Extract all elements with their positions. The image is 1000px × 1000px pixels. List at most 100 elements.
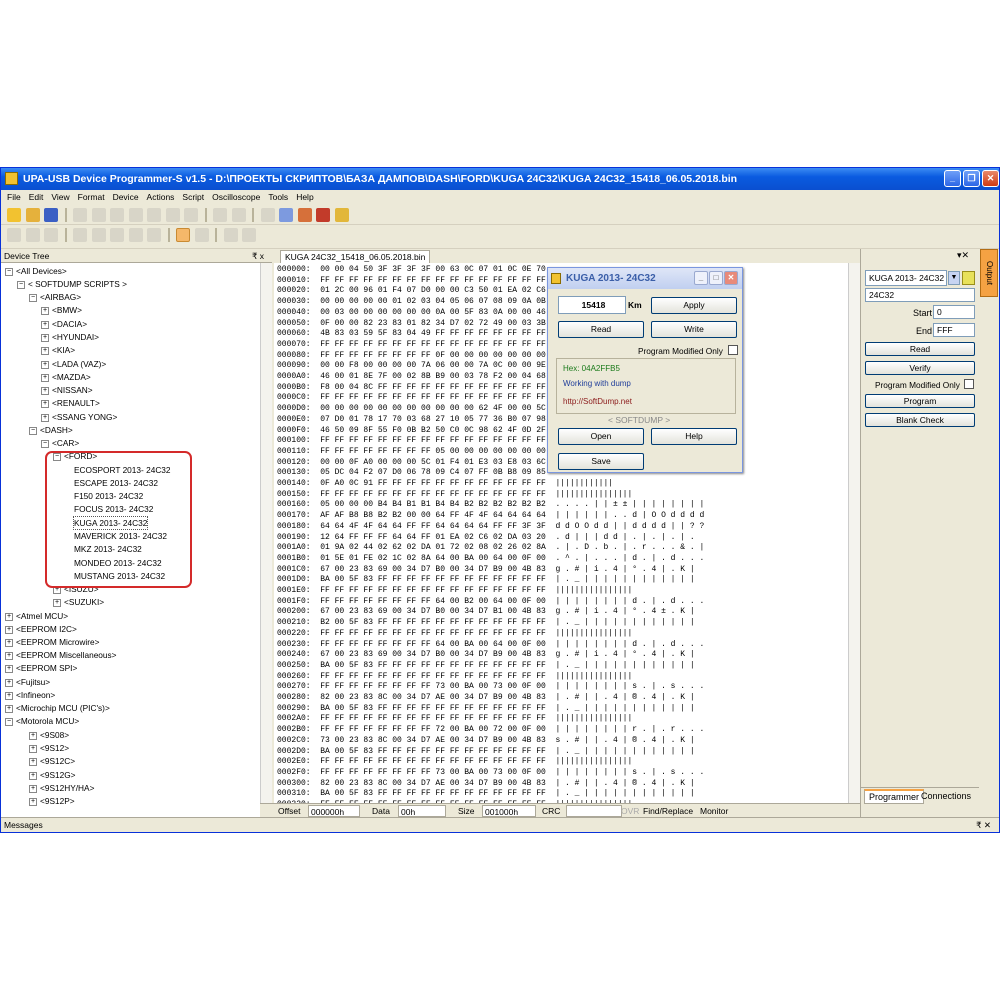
tree-node[interactable]: + <KIA> xyxy=(41,344,75,356)
hex-row[interactable]: 0000E0: 07 D0 01 78 17 70 03 68 27 10 05… xyxy=(277,415,546,425)
hex-row[interactable]: 0000D0: 00 00 00 00 00 00 00 00 00 00 00… xyxy=(277,404,546,414)
end-input[interactable]: FFF xyxy=(933,323,975,337)
collapse-icon[interactable]: − xyxy=(5,267,13,276)
expand-icon[interactable]: + xyxy=(5,638,13,647)
hex-row[interactable]: 000150: FF FF FF FF FF FF FF FF FF FF FF… xyxy=(277,490,632,500)
cut-icon[interactable] xyxy=(110,208,125,222)
menu-script[interactable]: Script xyxy=(182,192,204,202)
settings-icon[interactable] xyxy=(297,208,312,222)
hex-row[interactable]: 000130: 05 DC 04 F2 07 D0 06 78 09 C4 07… xyxy=(277,468,546,478)
tree-node[interactable]: + <Microchip MCU (PIC's)> xyxy=(5,702,110,714)
tree-node[interactable]: + <NISSAN> xyxy=(41,384,93,396)
dialog-write-button[interactable]: Write xyxy=(651,321,737,338)
expand-icon[interactable]: + xyxy=(29,744,37,753)
tree-node[interactable]: + <SSANG YONG> xyxy=(41,411,117,423)
tree-node[interactable]: + <Atmel MCU> xyxy=(5,610,68,622)
paste-icon[interactable] xyxy=(147,208,162,222)
hex-row[interactable]: 000240: 67 00 23 83 69 00 34 D7 B0 00 34… xyxy=(277,650,695,660)
blank-check-button[interactable]: Blank Check xyxy=(865,413,975,427)
view3-icon[interactable] xyxy=(110,228,125,242)
verify-button[interactable]: Verify xyxy=(865,361,975,375)
offset-field[interactable]: 000000h xyxy=(308,805,360,817)
menu-actions[interactable]: Actions xyxy=(147,192,175,202)
tree-node[interactable]: + <EEPROM Microwire> xyxy=(5,636,99,648)
expand-icon[interactable]: + xyxy=(29,757,37,766)
collapse-icon[interactable]: − xyxy=(29,293,37,302)
expand-icon[interactable]: + xyxy=(41,413,49,422)
hex-row[interactable]: 000160: 05 00 00 00 B4 B4 B1 B1 B4 B4 B2… xyxy=(277,500,704,510)
tree-node[interactable]: + <Infineon> xyxy=(5,689,55,701)
hex-row[interactable]: 000210: B2 00 5F 83 FF FF FF FF FF FF FF… xyxy=(277,618,695,628)
menu-view[interactable]: View xyxy=(51,192,69,202)
find-icon[interactable] xyxy=(184,208,199,222)
hex-row[interactable]: 000230: FF FF FF FF FF FF FF FF 64 00 BA… xyxy=(277,640,704,650)
hex-row[interactable]: 0002D0: BA 00 5F 83 FF FF FF FF FF FF FF… xyxy=(277,747,695,757)
data-field[interactable]: 00h xyxy=(398,805,446,817)
undo-icon[interactable] xyxy=(73,208,88,222)
tree-node[interactable]: + <DACIA> xyxy=(41,318,87,330)
tree-node[interactable]: + <BMW> xyxy=(41,304,82,316)
dialog-close-button[interactable]: ✕ xyxy=(724,271,738,285)
hex-row[interactable]: 000180: 64 64 4F 4F 64 64 FF FF 64 64 64… xyxy=(277,522,704,532)
expand-icon[interactable]: + xyxy=(53,598,61,607)
menu-edit[interactable]: Edit xyxy=(29,192,44,202)
hex-row[interactable]: 000100: FF FF FF FF FF FF FF FF FF FF FF… xyxy=(277,436,546,446)
collapse-icon[interactable]: − xyxy=(5,717,13,726)
hex-row[interactable]: 0001A0: 01 9A 02 44 02 62 02 DA 01 72 02… xyxy=(277,543,704,553)
expand-icon[interactable]: + xyxy=(41,333,49,342)
hex-row[interactable]: 0000C0: FF FF FF FF FF FF FF FF FF FF FF… xyxy=(277,393,546,403)
messages-pin-icon[interactable]: ₹ ✕ xyxy=(976,818,991,832)
dialog-maximize-button[interactable]: □ xyxy=(709,271,723,285)
modified-checkbox[interactable] xyxy=(964,379,974,389)
compare-icon[interactable] xyxy=(231,208,246,222)
tree-node[interactable]: + <EEPROM I2C> xyxy=(5,623,77,635)
menu-tools[interactable]: Tools xyxy=(268,192,288,202)
device-icon[interactable] xyxy=(279,208,294,222)
expand-icon[interactable]: + xyxy=(29,784,37,793)
monitor-tab[interactable]: Monitor xyxy=(700,805,728,817)
expand-icon[interactable]: + xyxy=(41,306,49,315)
programmer-icon[interactable] xyxy=(316,208,331,222)
hex-scrollbar[interactable] xyxy=(848,263,860,803)
tree-scrollbar[interactable] xyxy=(260,263,272,817)
hex-row[interactable]: 0002B0: FF FF FF FF FF FF FF FF 72 00 BA… xyxy=(277,725,704,735)
tree-node[interactable]: + <EEPROM SPI> xyxy=(5,662,77,674)
save-disk-icon[interactable] xyxy=(44,208,59,222)
expand-icon[interactable]: + xyxy=(41,320,49,329)
hex-row[interactable]: 000260: FF FF FF FF FF FF FF FF FF FF FF… xyxy=(277,672,632,682)
menu-format[interactable]: Format xyxy=(78,192,105,202)
play-icon[interactable] xyxy=(223,228,238,242)
open-button[interactable]: Open xyxy=(558,428,644,445)
hex-row[interactable]: 0001B0: 01 5E 01 FE 02 1C 02 8A 64 00 BA… xyxy=(277,554,704,564)
expand-icon[interactable]: + xyxy=(41,386,49,395)
help-button[interactable]: Help xyxy=(651,428,737,445)
apply-device-icon[interactable] xyxy=(962,271,975,285)
new-icon[interactable] xyxy=(7,208,21,222)
softdump-url[interactable]: http://SoftDump.net xyxy=(563,397,632,406)
expand-icon[interactable]: + xyxy=(41,373,49,382)
size-field[interactable]: 001000h xyxy=(482,805,536,817)
apply-button[interactable]: Apply xyxy=(651,297,737,314)
tab-connections[interactable]: Connections xyxy=(921,790,971,802)
hex-row[interactable]: 000030: 00 00 00 00 00 01 02 03 04 05 06… xyxy=(277,297,546,307)
menu-help[interactable]: Help xyxy=(296,192,313,202)
expand-icon[interactable]: + xyxy=(5,678,13,687)
menu-device[interactable]: Device xyxy=(113,192,139,202)
hex-row[interactable]: 0001F0: FF FF FF FF FF FF FF FF 64 00 B2… xyxy=(277,597,704,607)
start-input[interactable]: 0 xyxy=(933,305,975,319)
hex-row[interactable]: 0001E0: FF FF FF FF FF FF FF FF FF FF FF… xyxy=(277,586,632,596)
tree-node[interactable]: + <9S12G> xyxy=(29,769,76,781)
output-side-tab[interactable]: Output xyxy=(980,249,998,297)
hex-row[interactable]: 000190: 12 64 FF FF FF 64 64 FF 01 EA 02… xyxy=(277,533,695,543)
hex-row[interactable]: 000220: FF FF FF FF FF FF FF FF FF FF FF… xyxy=(277,629,632,639)
hex-row[interactable]: 0002F0: FF FF FF FF FF FF FF FF 73 00 BA… xyxy=(277,768,704,778)
chip-icon[interactable] xyxy=(260,208,275,222)
hex-row[interactable]: 000310: BA 00 5F 83 FF FF FF FF FF FF FF… xyxy=(277,789,695,799)
view4-icon[interactable] xyxy=(128,228,143,242)
hex-row[interactable]: 000040: 00 03 00 00 00 00 00 00 0A 00 5F… xyxy=(277,308,546,318)
tree-node[interactable]: − <Motorola MCU> xyxy=(5,715,79,727)
hex-row[interactable]: 000280: 82 00 23 83 8C 00 34 D7 AE 00 34… xyxy=(277,693,695,703)
expand-icon[interactable]: + xyxy=(5,651,13,660)
delete-icon[interactable] xyxy=(165,208,180,222)
script-icon[interactable] xyxy=(334,208,349,222)
